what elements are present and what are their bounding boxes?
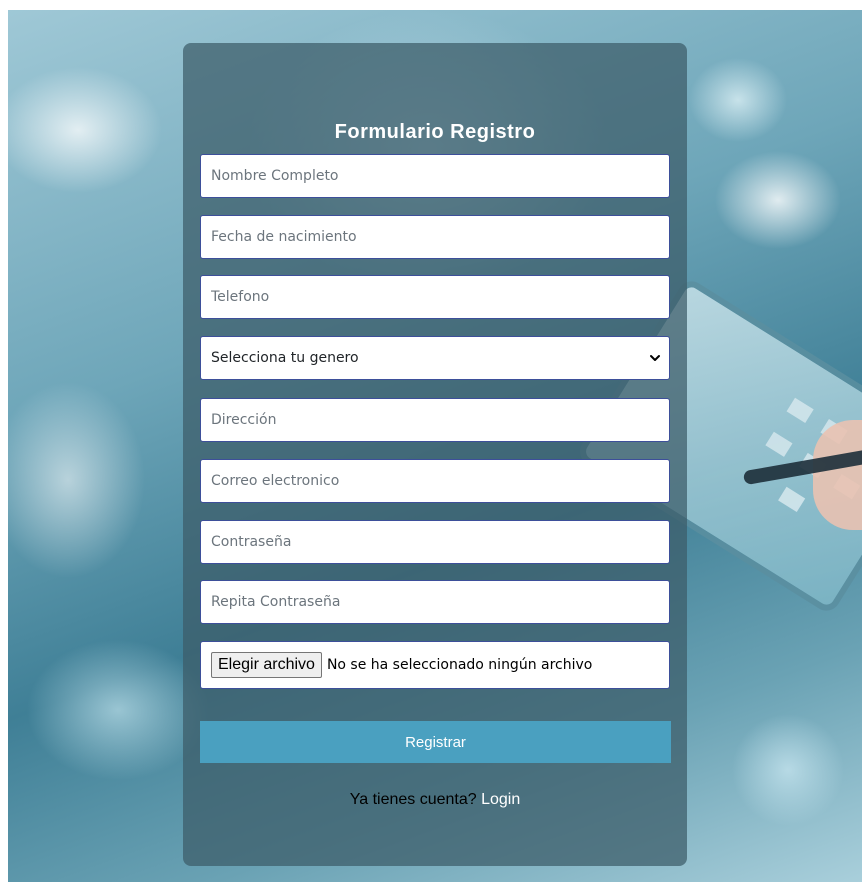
phone-field[interactable] xyxy=(200,275,670,319)
gender-select-value: Selecciona tu genero xyxy=(211,350,359,366)
birth-date-input[interactable] xyxy=(201,216,669,258)
account-prompt-text: Ya tienes cuenta? xyxy=(349,791,477,808)
form-title: Formulario Registro xyxy=(334,121,536,143)
gender-select[interactable]: Selecciona tu genero xyxy=(200,336,670,380)
password-input[interactable] xyxy=(201,521,669,563)
choose-file-button[interactable]: Elegir archivo xyxy=(211,652,322,678)
login-link[interactable]: Login xyxy=(481,791,520,808)
tablet-tile xyxy=(786,397,814,423)
password-field[interactable] xyxy=(200,520,670,564)
tablet-tile xyxy=(765,431,793,457)
register-button[interactable]: Registrar xyxy=(200,721,671,763)
full-name-input[interactable] xyxy=(201,155,669,197)
email-field[interactable] xyxy=(200,459,670,503)
address-input[interactable] xyxy=(201,399,669,441)
file-status-text: No se ha seleccionado ningún archivo xyxy=(326,657,593,673)
hand-image xyxy=(813,420,862,530)
page: Formulario Registro Selecciona tu genero xyxy=(0,0,862,882)
login-prompt: Ya tienes cuenta? Login xyxy=(183,791,687,809)
tablet-tile xyxy=(778,486,806,513)
repeat-password-input[interactable] xyxy=(201,581,669,623)
chevron-down-icon xyxy=(649,352,661,364)
birth-date-field[interactable] xyxy=(200,215,670,259)
file-upload-field: Elegir archivo No se ha seleccionado nin… xyxy=(200,641,670,689)
address-field[interactable] xyxy=(200,398,670,442)
phone-input[interactable] xyxy=(201,276,669,318)
repeat-password-field[interactable] xyxy=(200,580,670,624)
full-name-field[interactable] xyxy=(200,154,670,198)
email-input[interactable] xyxy=(201,460,669,502)
